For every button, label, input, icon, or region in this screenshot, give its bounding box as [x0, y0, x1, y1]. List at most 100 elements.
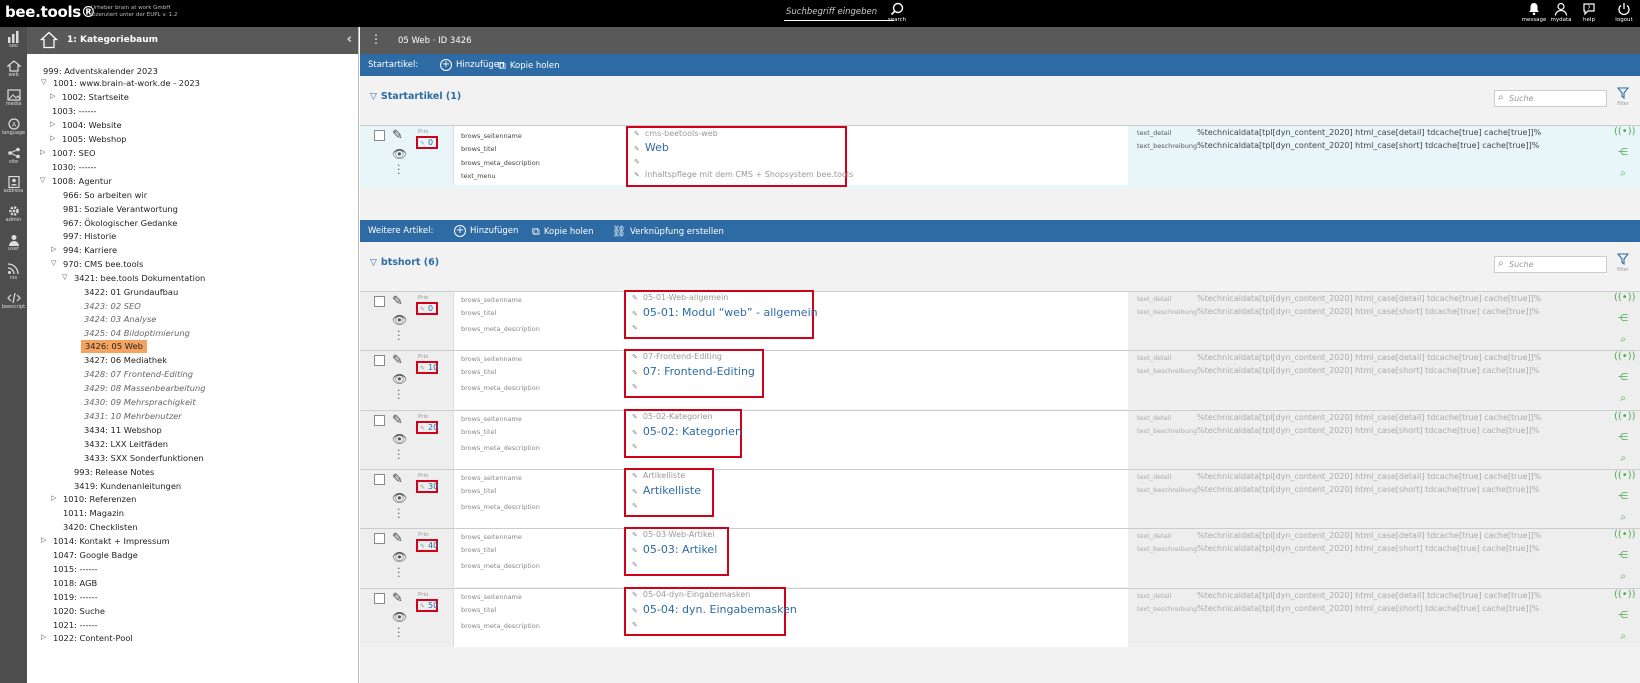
rail-web[interactable]: web	[0, 56, 27, 85]
tree-expanded-toggle-icon[interactable]: ▽	[51, 259, 56, 267]
seitenname-value[interactable]: 07-Frontend-Editing	[632, 352, 722, 361]
copy-article-button[interactable]: ⧉ Kopie holen	[532, 225, 593, 239]
seitenname-value[interactable]: 05-03-Web-Artikel	[632, 530, 715, 539]
tree-expanded-toggle-icon[interactable]: ▽	[62, 273, 67, 281]
search-button[interactable]: search	[884, 2, 910, 23]
start-section-title[interactable]: ▽ Startartikel (1)	[370, 91, 461, 102]
titel-value[interactable]: 05-02: Kategorien	[632, 425, 742, 438]
tree-node[interactable]: 981: Soziale Verantwortung	[63, 203, 178, 216]
tree-node[interactable]: 3430: 09 Mehrsprachigkeit	[84, 396, 196, 409]
tree-node[interactable]: 3428: 07 Frontend-Editing	[84, 368, 193, 381]
edit-pencil-icon[interactable]: ✎	[392, 353, 403, 368]
tree-node[interactable]: 3431: 10 Mehrbenutzer	[84, 410, 182, 423]
add-start-article-button[interactable]: + Hinzufügen	[440, 59, 504, 71]
share-icon[interactable]: ⋲	[1614, 147, 1632, 168]
tree-node[interactable]: 1008: Agentur	[52, 175, 112, 188]
tree-node[interactable]: 3425: 04 Bildoptimierung	[84, 327, 190, 340]
tree-node[interactable]: 3427: 06 Mediathek	[84, 354, 167, 367]
meta-description-value[interactable]	[632, 323, 643, 332]
broadcast-icon[interactable]: ((•))	[1614, 470, 1636, 491]
prio-field[interactable]: 10	[416, 361, 438, 374]
seitenname-value[interactable]: Artikelliste	[632, 471, 685, 480]
share-icon[interactable]: ⋲	[1614, 610, 1632, 631]
seitenname-value[interactable]: 05-04-dyn-Eingabemasken	[632, 590, 750, 599]
collapse-panel-icon[interactable]: ‹	[347, 32, 352, 47]
tree-node[interactable]: 967: Ökologischer Gedanke	[63, 217, 177, 230]
row-menu-icon[interactable]: · · ·	[397, 504, 401, 523]
home-icon[interactable]	[40, 31, 58, 49]
meta-description-value[interactable]	[632, 560, 643, 569]
tree-node[interactable]: 1001: www.brain-at-work.de - 2023	[53, 77, 200, 90]
create-link-button[interactable]: ⛓ Verknüpfung erstellen	[612, 225, 724, 238]
seitenname-value[interactable]: cms-beetools-web	[634, 129, 718, 138]
row-menu-icon[interactable]: · · ·	[397, 563, 401, 582]
row-checkbox[interactable]	[374, 296, 385, 307]
broadcast-icon[interactable]: ((•))	[1614, 529, 1636, 550]
text-menu-value[interactable]: Inhaltspflege mit dem CMS + Shopsystem b…	[634, 170, 853, 179]
tree-node[interactable]: 993: Release Notes	[74, 466, 154, 479]
seitenname-value[interactable]: 05-02-Kategorien	[632, 412, 713, 421]
rail-rss[interactable]: rss	[0, 259, 27, 288]
tree-node[interactable]: 1003: ------	[52, 105, 97, 118]
tree-collapsed-toggle-icon[interactable]: ▷	[50, 120, 55, 128]
tree-node[interactable]: 1018: AGB	[53, 577, 97, 590]
start-search-input[interactable]: Suche	[1494, 90, 1607, 107]
logout-button[interactable]: logout	[1611, 2, 1637, 23]
row-checkbox[interactable]	[374, 130, 385, 141]
copy-start-article-button[interactable]: ⧉ Kopie holen	[498, 59, 559, 73]
message-button[interactable]: message	[1521, 2, 1547, 23]
share-icon[interactable]: ⋲	[1614, 372, 1632, 393]
search-icon[interactable]: ⌕	[1614, 631, 1632, 652]
prio-field[interactable]: 20	[416, 421, 438, 434]
row-checkbox[interactable]	[374, 355, 385, 366]
tree-node[interactable]: 1019: ------	[53, 591, 98, 604]
edit-pencil-icon[interactable]: ✎	[392, 591, 403, 606]
tree-node[interactable]: 970: CMS bee.tools	[63, 258, 143, 271]
titel-value[interactable]: 07: Frontend-Editing	[632, 365, 755, 378]
prio-field[interactable]: 30	[416, 480, 438, 493]
tree-node[interactable]: 1020: Suche	[53, 605, 105, 618]
rail-language[interactable]: Alanguage	[0, 114, 27, 143]
prio-field[interactable]: 40	[416, 539, 438, 552]
btshort-filter-button[interactable]: filter	[1616, 253, 1630, 273]
tree-node[interactable]: 994: Karriere	[63, 244, 117, 257]
global-search-input[interactable]: Suchbegriff eingeben	[784, 7, 894, 21]
row-checkbox[interactable]	[374, 533, 385, 544]
row-menu-icon[interactable]: · · ·	[397, 385, 401, 404]
rail-site[interactable]: site	[0, 143, 27, 172]
tree-node[interactable]: 1011: Magazin	[63, 507, 124, 520]
broadcast-icon[interactable]: ((•))	[1614, 292, 1636, 313]
meta-description-value[interactable]	[632, 620, 643, 629]
row-menu-icon[interactable]: · · ·	[397, 326, 401, 345]
edit-pencil-icon[interactable]: ✎	[392, 294, 403, 309]
tree-node[interactable]: 1005: Webshop	[62, 133, 127, 146]
titel-value[interactable]: 05-03: Artikel	[632, 543, 717, 556]
prio-field[interactable]: 0	[416, 136, 438, 149]
row-menu-icon[interactable]: · · ·	[397, 445, 401, 464]
tree-collapsed-toggle-icon[interactable]: ▷	[41, 536, 46, 544]
row-menu-icon[interactable]: · · ·	[397, 160, 401, 179]
start-filter-button[interactable]: filter	[1616, 87, 1630, 107]
row-menu-icon[interactable]: · · ·	[397, 623, 401, 642]
tree-node[interactable]: 3423: 02 SEO	[84, 300, 141, 313]
tree-collapsed-toggle-icon[interactable]: ▷	[51, 245, 56, 253]
share-icon[interactable]: ⋲	[1614, 313, 1632, 334]
rail-seo[interactable]: seo	[0, 27, 27, 56]
tree-collapsed-toggle-icon[interactable]: ▷	[51, 494, 56, 502]
tree-node[interactable]: 1030: ------	[52, 161, 97, 174]
broadcast-icon[interactable]: ((•))	[1614, 126, 1636, 147]
tree-collapsed-toggle-icon[interactable]: ▷	[50, 134, 55, 142]
tree-node[interactable]: 1007: SEO	[52, 147, 96, 160]
tree-node[interactable]: 3419: Kundenanleitungen	[74, 480, 181, 493]
btshort-section-title[interactable]: ▽ btshort (6)	[370, 257, 439, 268]
broadcast-icon[interactable]: ((•))	[1614, 411, 1636, 432]
tree-collapsed-toggle-icon[interactable]: ▷	[40, 148, 45, 156]
more-menu-icon[interactable]: ⋮	[370, 32, 382, 46]
share-icon[interactable]: ⋲	[1614, 550, 1632, 571]
rail-beescript[interactable]: beescript	[0, 288, 27, 317]
tree-node[interactable]: 3433: SXX Sonderfunktionen	[84, 452, 204, 465]
titel-value[interactable]: 05-01: Modul “web” - allgemein	[632, 306, 818, 319]
edit-pencil-icon[interactable]: ✎	[392, 413, 403, 428]
tree-node[interactable]: 3434: 11 Webshop	[84, 424, 162, 437]
tree-node[interactable]: 3429: 08 Massenbearbeitung	[84, 382, 206, 395]
